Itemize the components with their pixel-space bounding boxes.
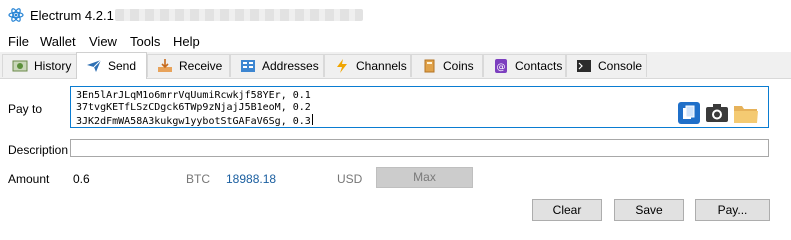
send-icon [86,59,102,73]
title-bar: Electrum 4.2.1 - [0,0,791,30]
menu-wallet[interactable]: Wallet [40,34,76,49]
tab-label: Addresses [262,59,319,73]
description-label: Description [8,143,69,157]
camera-icon[interactable] [705,101,729,125]
fiat-unit: USD [337,172,363,186]
pay-to-line: 3JK2dFmWA58A3kukgw1yybotStGAFaV6Sg, 0.3 [76,116,311,127]
menu-bar: File Wallet View Tools Help [0,30,791,52]
menu-file[interactable]: File [8,34,29,49]
paste-icon[interactable] [677,101,701,125]
tab-label: Receive [179,59,223,73]
coins-icon [421,59,437,73]
tab-label: History [34,59,72,73]
max-button[interactable]: Max [376,167,473,188]
folder-icon[interactable] [733,101,758,125]
svg-text:@: @ [497,63,506,73]
tab-label: Console [598,59,643,73]
tab-channels[interactable]: Channels [324,54,411,77]
pay-to-line: 37tvgKETfLSzCDgck6TWp9zNjajJ5B1eoM, 0.2 [76,102,311,113]
tab-receive[interactable]: Receive [147,54,230,77]
fiat-amount-input[interactable]: 18988.18 [226,172,276,186]
redacted-wallet-name [115,9,363,21]
pay-to-input[interactable]: 3En5lArJLqM1o6mrrVqUumiRcwkjf58YEr, 0.1 3… [70,86,769,128]
text-caret [311,114,313,125]
addresses-icon [240,59,256,73]
history-icon [12,59,28,73]
contacts-icon: @ [493,59,509,73]
pay-to-label: Pay to [8,102,43,116]
window-title: Electrum 4.2.1 - [30,8,122,23]
menu-view[interactable]: View [89,34,117,49]
menu-help[interactable]: Help [173,34,200,49]
save-button[interactable]: Save [614,199,684,221]
tab-send[interactable]: Send [76,52,147,79]
console-icon [576,59,592,73]
amount-unit: BTC [186,172,210,186]
tab-label: Send [108,59,137,73]
tab-label: Coins [443,59,474,73]
menu-tools[interactable]: Tools [130,34,160,49]
tab-coins[interactable]: Coins [411,54,483,77]
pay-to-line: 3En5lArJLqM1o6mrrVqUumiRcwkjf58YEr, 0.1 [76,90,311,101]
tab-bar: History Send Receive Addresses Channels … [0,52,791,79]
description-input[interactable] [70,139,769,157]
amount-input[interactable]: 0.6 [73,172,90,186]
electrum-logo-icon [8,7,24,23]
pay-button[interactable]: Pay... [695,199,770,221]
tab-console[interactable]: Console [566,54,647,77]
lightning-icon [334,59,350,73]
clear-button[interactable]: Clear [532,199,602,221]
tab-contacts[interactable]: @ Contacts [483,54,566,77]
tab-label: Channels [356,59,407,73]
receive-icon [157,59,173,73]
pay-to-text: 3En5lArJLqM1o6mrrVqUumiRcwkjf58YEr, 0.1 3… [76,90,313,128]
amount-label: Amount [8,172,50,186]
tab-history[interactable]: History [2,54,77,77]
tab-addresses[interactable]: Addresses [230,54,324,77]
tab-label: Contacts [515,59,563,73]
